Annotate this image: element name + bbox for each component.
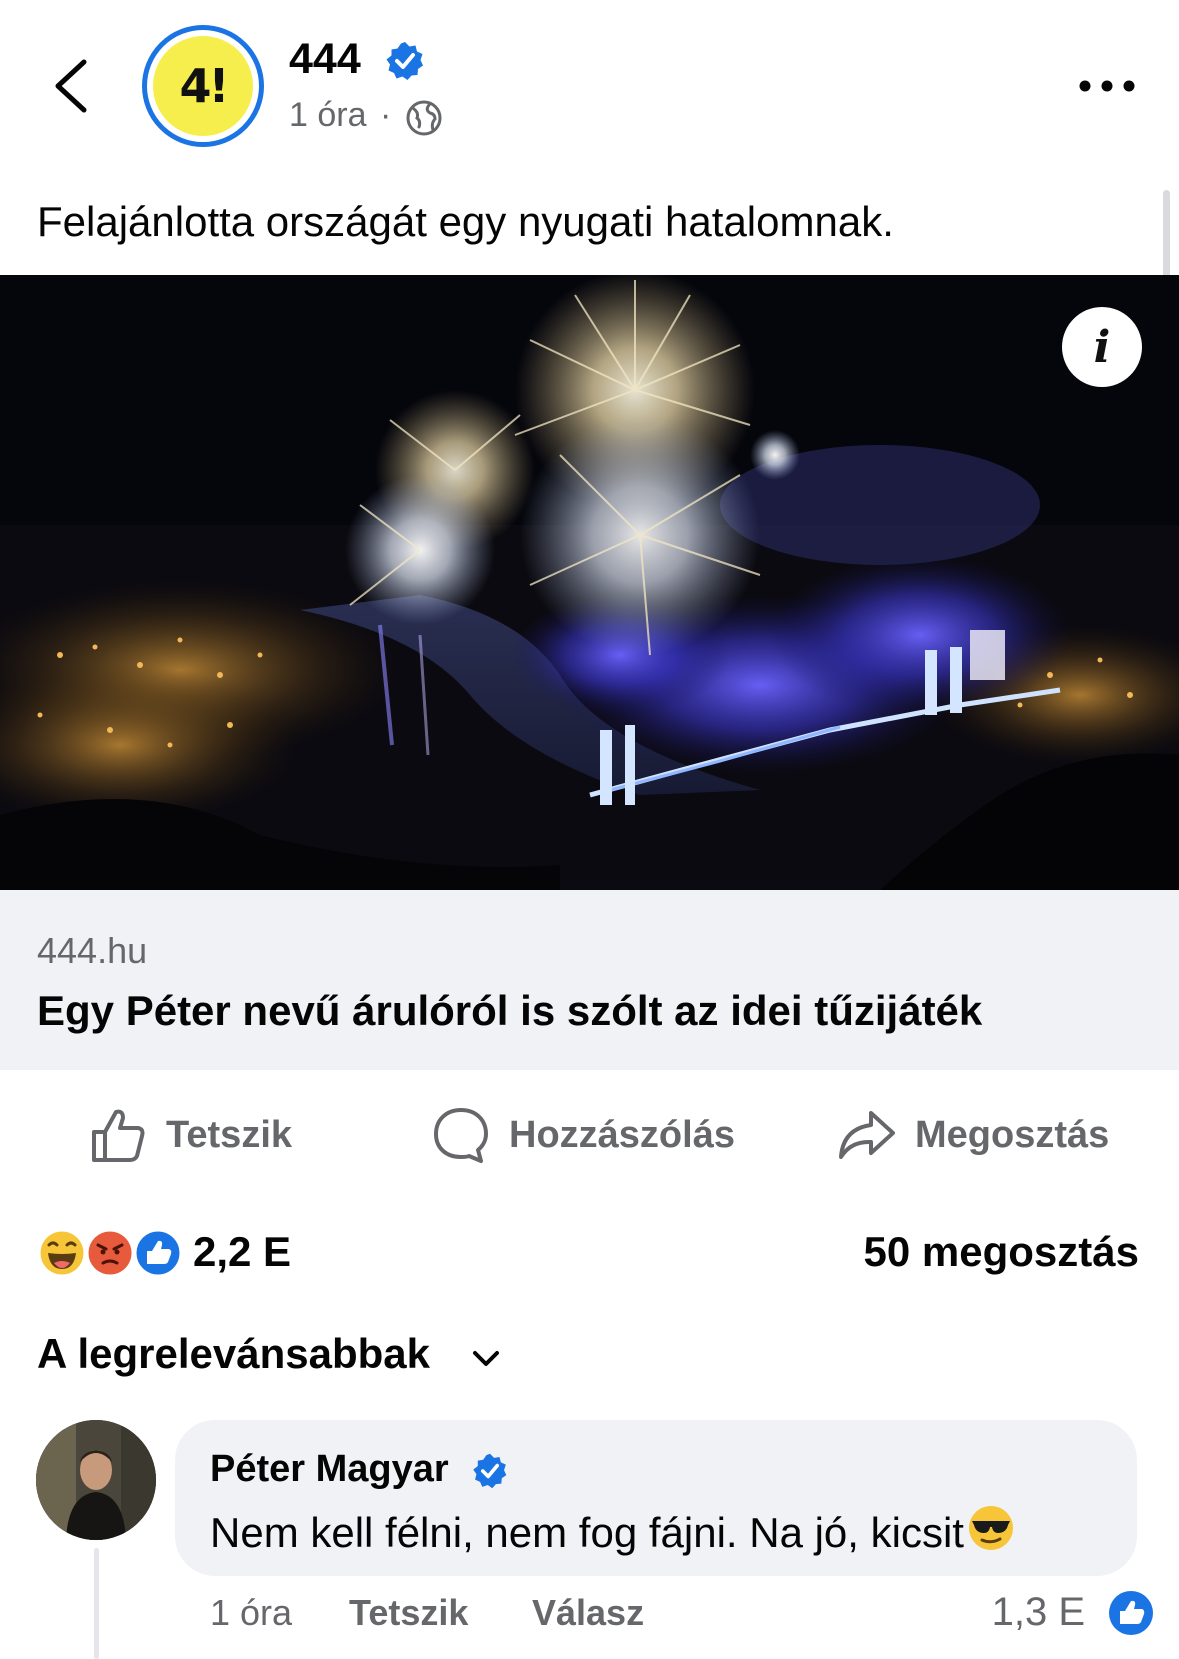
like-reaction-icon — [133, 1228, 183, 1278]
fireworks-photo — [0, 275, 1179, 890]
commenter-avatar[interactable] — [36, 1420, 156, 1540]
info-icon: i — [1093, 321, 1111, 373]
comment-timestamp[interactable]: 1 óra — [210, 1592, 292, 1634]
sunglasses-emoji-icon — [968, 1506, 1013, 1550]
link-title[interactable]: Egy Péter nevű árulóról is szólt az idei… — [37, 987, 982, 1035]
page-logo-text: 4! — [179, 59, 230, 113]
share-label: Megosztás — [915, 1113, 1110, 1156]
page-name[interactable]: 444 — [289, 35, 361, 84]
post-text: Felajánlotta országát egy nyugati hatalo… — [37, 198, 894, 245]
comment-author[interactable]: Péter Magyar — [210, 1448, 449, 1491]
chevron-down-icon[interactable] — [468, 1343, 504, 1373]
reply-thread-line — [94, 1548, 99, 1659]
share-count[interactable]: 50 megosztás — [864, 1228, 1139, 1276]
post-timestamp[interactable]: 1 óra — [289, 96, 367, 135]
back-arrow-icon[interactable] — [46, 56, 96, 116]
like-button[interactable]: Tetszik — [90, 1100, 292, 1170]
globe-icon — [406, 100, 442, 136]
thumbs-up-icon — [92, 1109, 145, 1162]
comment-body: Nem kell félni, nem fog fájni. Na jó, ki… — [210, 1509, 964, 1556]
share-arrow-icon — [839, 1111, 895, 1159]
share-button[interactable]: Megosztás — [837, 1100, 1109, 1170]
info-button[interactable]: i — [1062, 307, 1142, 387]
comment-sort-dropdown[interactable]: A legrelevánsabbak — [37, 1330, 430, 1378]
more-options-icon[interactable] — [1075, 68, 1139, 104]
page-avatar[interactable]: 4! — [142, 25, 264, 147]
meta-separator: · — [380, 96, 392, 134]
link-preview-image[interactable] — [0, 275, 1179, 890]
reaction-count[interactable]: 2,2 E — [193, 1228, 291, 1276]
like-label: Tetszik — [166, 1113, 293, 1156]
haha-emoji-icon — [37, 1228, 87, 1278]
comment-text: Nem kell félni, nem fog fájni. Na jó, ki… — [210, 1503, 1016, 1557]
verified-badge-icon — [386, 42, 423, 80]
comment-reply-button[interactable]: Válasz — [532, 1592, 644, 1634]
link-domain: 444.hu — [37, 930, 148, 971]
comment-label: Hozzászólás — [509, 1113, 735, 1156]
verified-badge-icon — [473, 1453, 507, 1489]
angry-emoji-icon — [85, 1228, 135, 1278]
comment-button[interactable]: Hozzászólás — [431, 1100, 735, 1170]
commenter-photo — [36, 1420, 156, 1540]
comment-bubble-icon — [434, 1108, 488, 1163]
comment-like-button[interactable]: Tetszik — [349, 1592, 468, 1634]
page-logo: 4! — [153, 36, 253, 136]
like-reaction-icon — [1109, 1591, 1153, 1635]
reaction-icons[interactable] — [36, 1227, 184, 1279]
post-header: 4! 444 1 óra · — [0, 0, 1179, 170]
comment-reaction-count[interactable]: 1,3 E — [992, 1590, 1085, 1635]
link-preview-box[interactable] — [0, 890, 1179, 1070]
